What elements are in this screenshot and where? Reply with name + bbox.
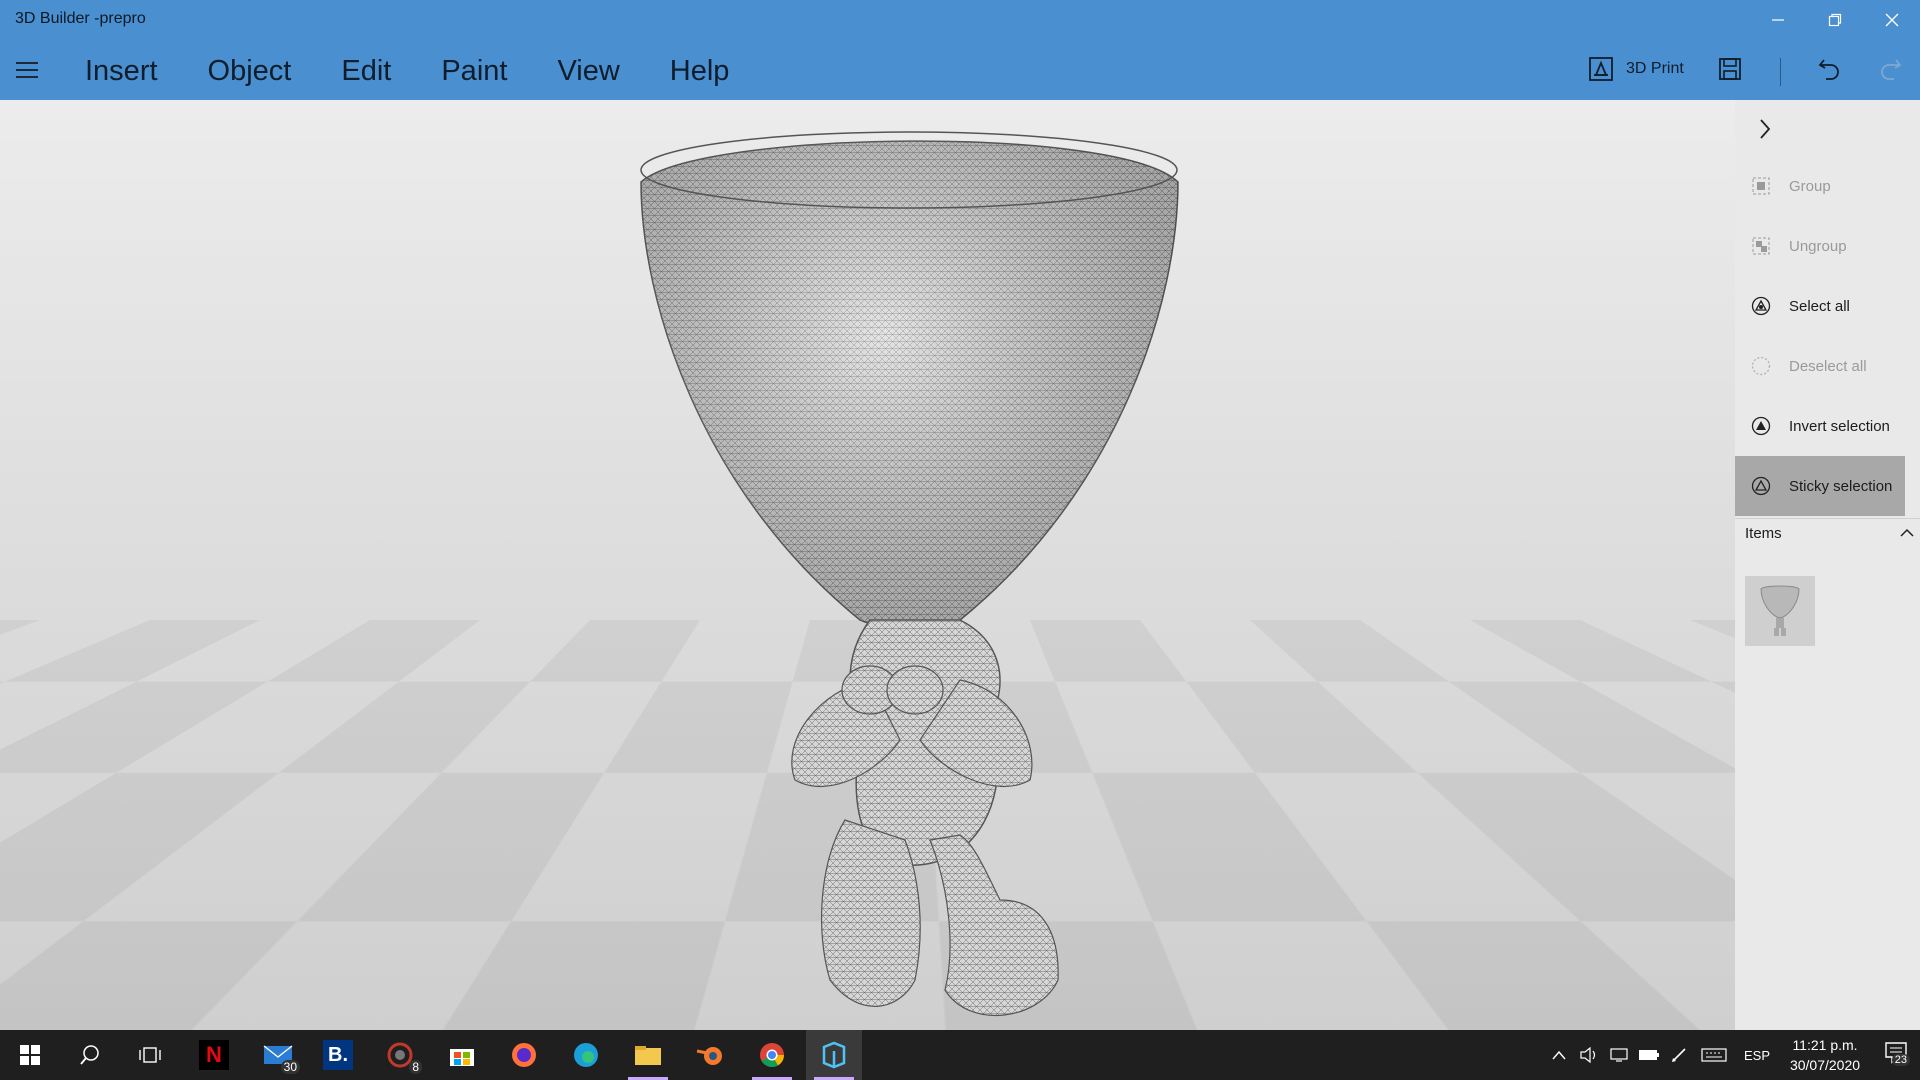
items-header: Items xyxy=(1745,525,1915,542)
mail-icon[interactable]: 30 xyxy=(250,1030,306,1080)
title-bar: 3D Builder -prepro Insert Object Edit Pa… xyxy=(0,0,1920,100)
clock-date: 30/07/2020 xyxy=(1789,1057,1861,1073)
item-thumbnail[interactable] xyxy=(1745,576,1815,646)
search-icon[interactable] xyxy=(62,1030,118,1080)
hamburger-menu-icon[interactable] xyxy=(16,62,38,78)
microsoft-store-icon[interactable] xyxy=(434,1030,490,1080)
app-8-icon[interactable]: 8 xyxy=(372,1030,428,1080)
menu-edit[interactable]: Edit xyxy=(316,50,416,92)
group-label: Group xyxy=(1789,177,1831,195)
select-all-button[interactable]: Select all xyxy=(1735,276,1905,336)
sticky-selection-icon xyxy=(1751,476,1771,496)
keyboard-icon[interactable] xyxy=(1694,1030,1734,1080)
notifications-badge: 23 xyxy=(1891,1054,1910,1066)
window-controls xyxy=(1749,0,1920,40)
3d-print-button[interactable]: 3D Print xyxy=(1588,56,1684,82)
restore-icon[interactable] xyxy=(1806,0,1863,40)
mail-badge: 30 xyxy=(280,1060,300,1074)
edge-icon[interactable] xyxy=(558,1030,614,1080)
undo-icon[interactable] xyxy=(1815,54,1845,84)
toolbar-separator xyxy=(1780,58,1781,86)
3d-viewport[interactable] xyxy=(0,100,1735,1030)
selection-panel: Group Ungroup Select all Deselect all In… xyxy=(1735,100,1920,1030)
invert-selection-icon xyxy=(1751,416,1771,436)
volume-icon[interactable] xyxy=(1574,1030,1604,1080)
battery-icon[interactable] xyxy=(1634,1030,1664,1080)
chevron-up-icon[interactable] xyxy=(1899,525,1915,541)
menu-object[interactable]: Object xyxy=(183,50,317,92)
clock-time: 11:21 p.m. xyxy=(1792,1037,1858,1053)
model-pot xyxy=(640,131,1179,629)
menu-bar: Insert Object Edit Paint View Help xyxy=(60,50,754,92)
deselect-all-label: Deselect all xyxy=(1789,357,1867,375)
booking-icon[interactable]: B. xyxy=(310,1030,366,1080)
sticky-selection-label: Sticky selection xyxy=(1789,477,1893,495)
3d-model[interactable] xyxy=(0,100,1735,1030)
items-title: Items xyxy=(1745,525,1782,542)
netflix-icon[interactable]: N xyxy=(186,1030,242,1080)
pen-icon[interactable] xyxy=(1664,1030,1694,1080)
chevron-up-icon[interactable] xyxy=(1544,1030,1574,1080)
input-language[interactable]: ESP xyxy=(1734,1048,1780,1063)
ungroup-button[interactable]: Ungroup xyxy=(1735,216,1905,276)
group-icon xyxy=(1751,176,1771,196)
redo-icon[interactable] xyxy=(1875,54,1905,84)
task-view-icon[interactable] xyxy=(122,1030,178,1080)
menu-help[interactable]: Help xyxy=(645,50,755,92)
menu-view[interactable]: View xyxy=(532,50,644,92)
group-button[interactable]: Group xyxy=(1735,156,1905,216)
deselect-all-button[interactable]: Deselect all xyxy=(1735,336,1905,396)
window-title: 3D Builder -prepro xyxy=(15,10,146,27)
chrome-icon[interactable] xyxy=(744,1030,800,1080)
ungroup-label: Ungroup xyxy=(1789,237,1847,255)
select-all-icon xyxy=(1751,296,1771,316)
menu-insert[interactable]: Insert xyxy=(60,50,183,92)
3d-builder-icon[interactable] xyxy=(806,1030,862,1080)
clock[interactable]: 11:21 p.m. 30/07/2020 xyxy=(1780,1035,1870,1075)
3d-print-label: 3D Print xyxy=(1626,60,1684,77)
panel-divider xyxy=(1735,518,1920,519)
folder-icon[interactable] xyxy=(620,1030,676,1080)
menu-paint[interactable]: Paint xyxy=(416,50,532,92)
app-8-badge: 8 xyxy=(409,1060,422,1074)
3d-print-icon xyxy=(1589,57,1613,81)
minimize-icon[interactable] xyxy=(1749,0,1806,40)
collapse-panel-chevron-right-icon[interactable] xyxy=(1753,114,1777,144)
invert-selection-label: Invert selection xyxy=(1789,417,1890,435)
invert-selection-button[interactable]: Invert selection xyxy=(1735,396,1905,456)
firefox-icon[interactable] xyxy=(496,1030,552,1080)
save-icon[interactable] xyxy=(1715,54,1745,84)
windows-start-icon[interactable] xyxy=(2,1030,58,1080)
ungroup-icon xyxy=(1751,236,1771,256)
network-icon[interactable] xyxy=(1604,1030,1634,1080)
select-all-label: Select all xyxy=(1789,297,1850,315)
close-icon[interactable] xyxy=(1863,0,1920,40)
blender-icon[interactable] xyxy=(682,1030,738,1080)
app-window: 3D Builder -prepro Insert Object Edit Pa… xyxy=(0,0,1920,1080)
taskbar: N 30 B. 8 ESP 11:21 p.m. 30/07/2020 23 xyxy=(0,1030,1920,1080)
sticky-selection-button[interactable]: Sticky selection xyxy=(1735,456,1905,516)
deselect-all-icon xyxy=(1751,356,1771,376)
system-tray: ESP 11:21 p.m. 30/07/2020 xyxy=(1544,1030,1870,1080)
